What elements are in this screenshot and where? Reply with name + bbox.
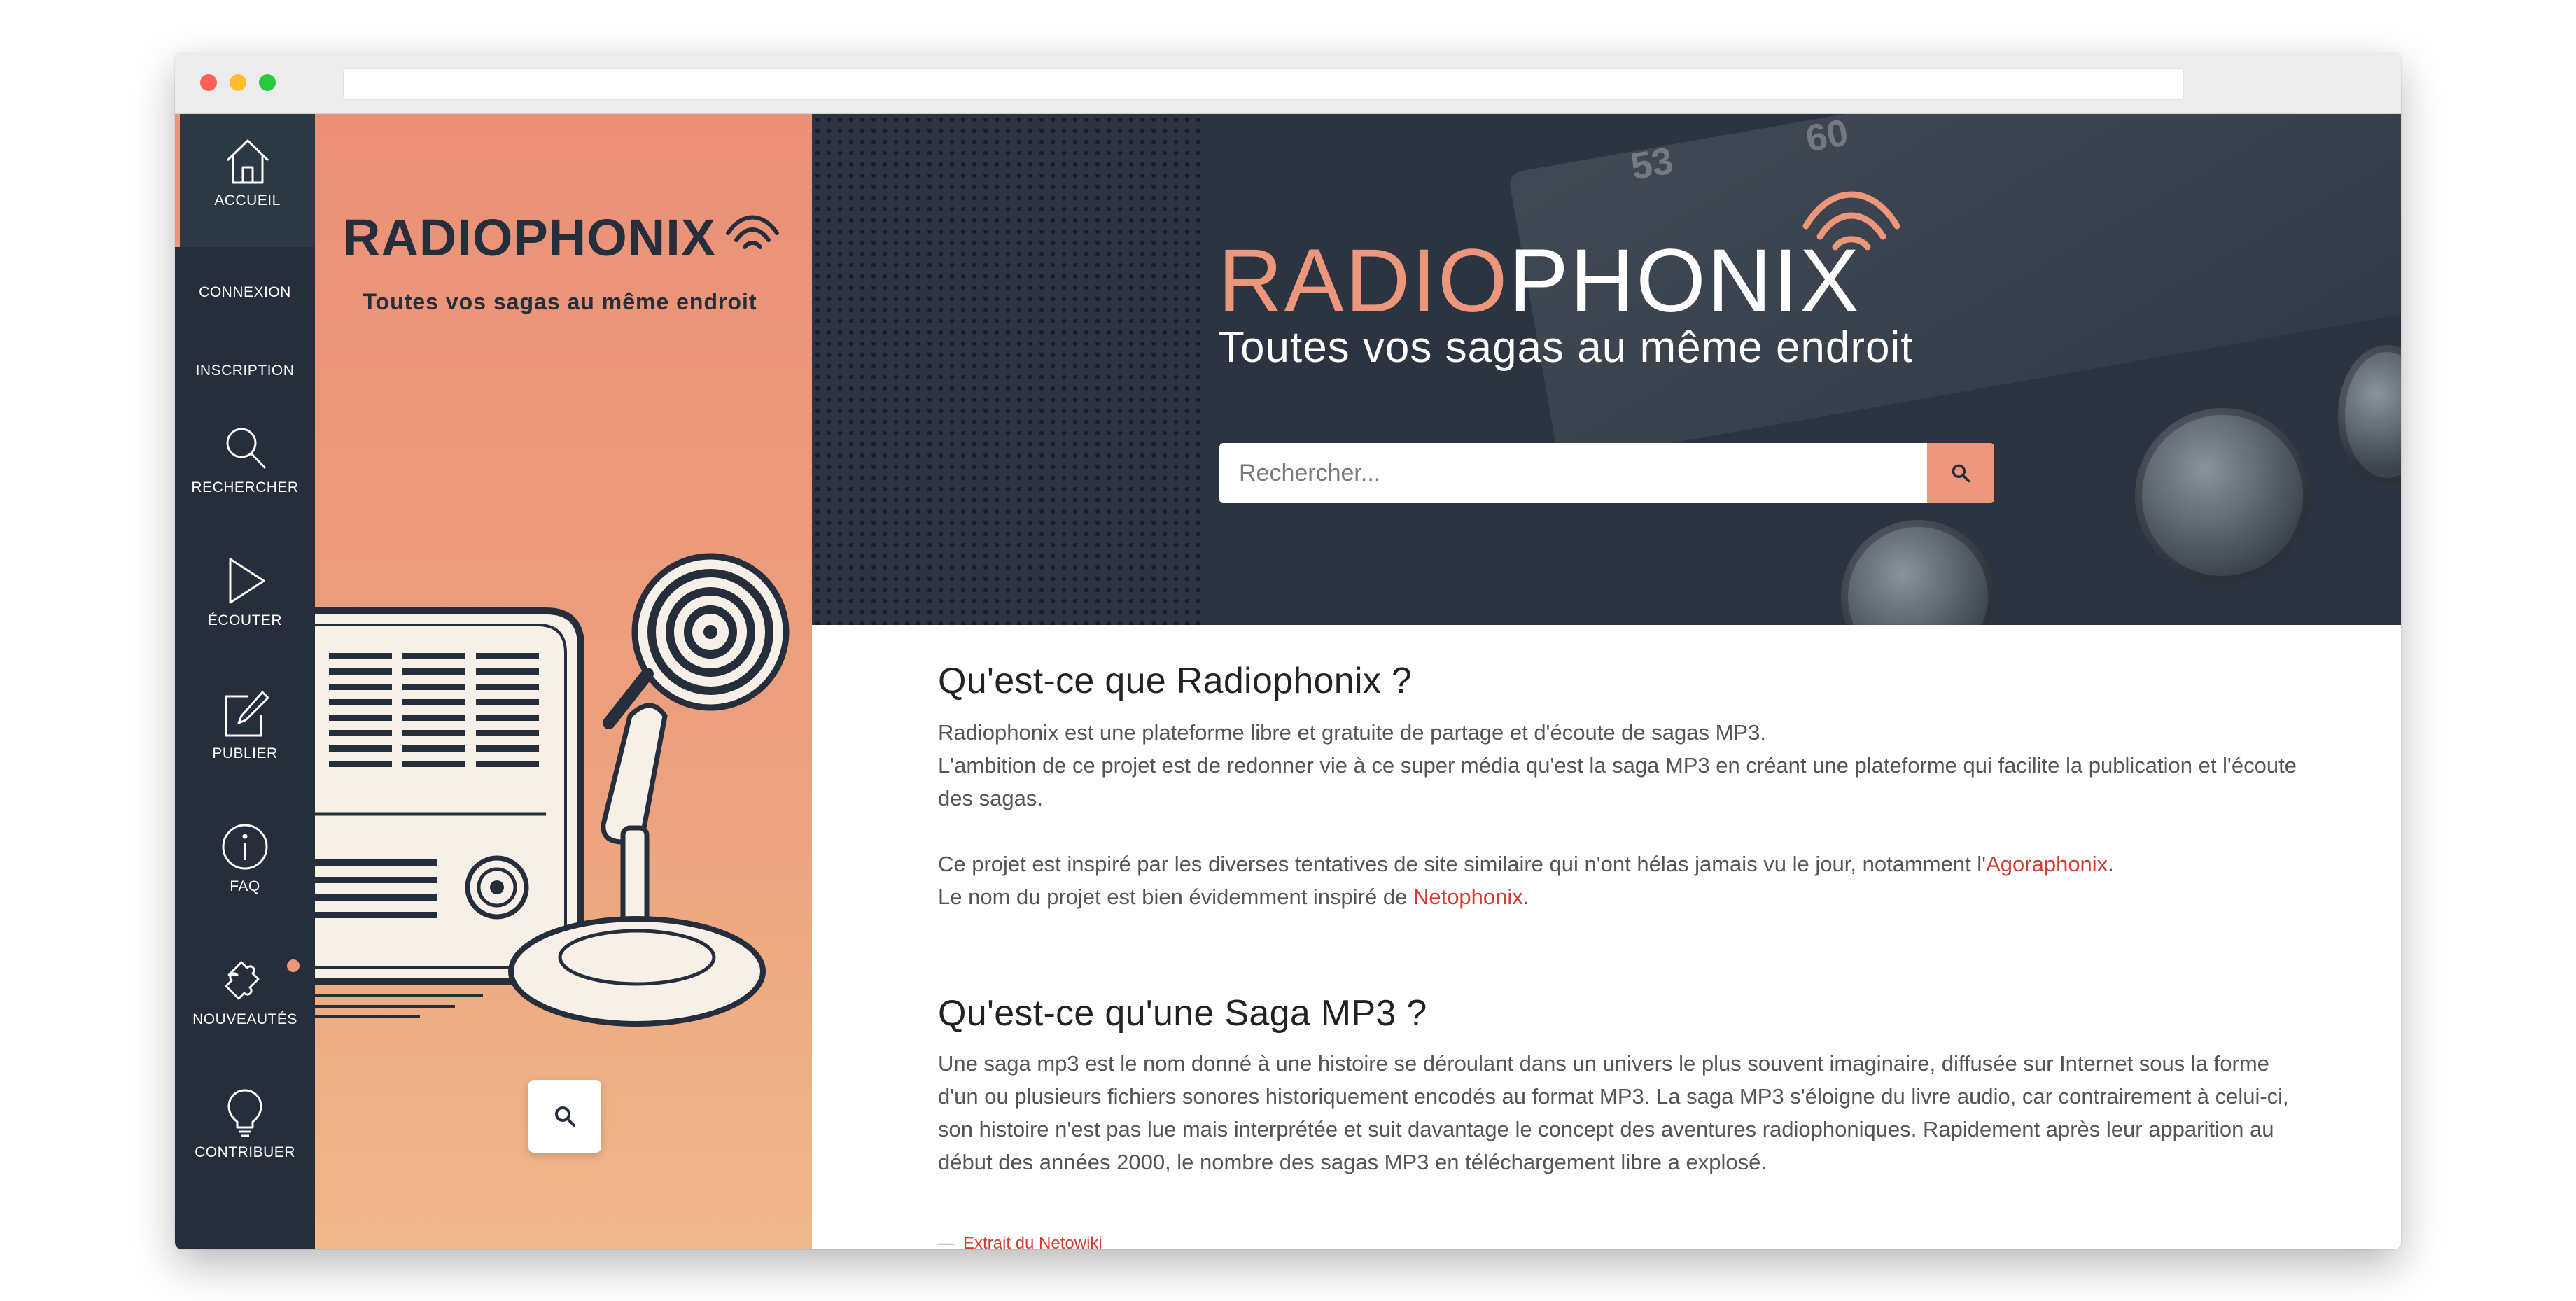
hero-search-bar: [1219, 443, 1994, 503]
browser-toolbar: [175, 52, 2401, 114]
browser-window: ACCUEIL CONNEXION INSCRIPTION RECHERCHER…: [175, 52, 2401, 1249]
nav-item-contribuer[interactable]: CONTRIBUER: [175, 1087, 315, 1161]
hero-tagline: Toutes vos sagas au même endroit: [1218, 323, 1914, 372]
sidebar-search-button[interactable]: [528, 1080, 601, 1153]
section-title: Qu'est-ce qu'une Saga MP3 ?: [938, 993, 1427, 1034]
hero-banner: 53 60 RADIOPHONIX Toutes vos sagas au mê…: [812, 114, 2401, 625]
section-title: Qu'est-ce que Radiophonix ?: [938, 661, 1413, 701]
play-icon: [229, 558, 265, 604]
nav-item-inscription[interactable]: INSCRIPTION: [175, 357, 315, 379]
close-window-button[interactable]: [200, 74, 217, 91]
search-submit-button[interactable]: [1927, 443, 1994, 503]
netophonix-link[interactable]: Netophonix: [1413, 885, 1523, 909]
radio-knob: [1841, 520, 1995, 625]
nav-label: CONNEXION: [199, 284, 291, 300]
search-icon: [555, 1106, 575, 1127]
nav-label: INSCRIPTION: [195, 363, 295, 379]
nav-label: PUBLIER: [212, 745, 278, 761]
text-line: Ce projet est inspiré par les diverses t…: [938, 852, 1987, 876]
quote-source: — Extrait du Netowiki: [938, 1234, 1102, 1249]
section-paragraph: Ce projet est inspiré par les diverses t…: [938, 848, 2303, 913]
text-line: Le nom du projet est bien évidemment ins…: [938, 885, 1413, 909]
text-line: Radiophonix est une plateforme libre et …: [938, 720, 1766, 745]
nav-label: RECHERCHER: [191, 479, 299, 495]
minimize-window-button[interactable]: [230, 74, 246, 91]
speaker-grille-background: [812, 114, 1204, 625]
sidebar-tagline: Toutes vos sagas au même endroit: [363, 289, 757, 314]
nav-item-publier[interactable]: PUBLIER: [175, 688, 315, 762]
hero-logo-part1: RADIO: [1218, 231, 1509, 331]
radio-knob: [2338, 345, 2401, 485]
edit-icon: [225, 691, 270, 737]
broadcast-waves-icon: [726, 215, 779, 249]
nav-item-ecouter[interactable]: ÉCOUTER: [175, 555, 315, 629]
nav-item-accueil[interactable]: ACCUEIL: [175, 114, 315, 247]
hero-logo: RADIOPHONIX: [1218, 237, 1861, 326]
lightbulb-icon: [227, 1089, 262, 1137]
text-line: .: [1522, 885, 1530, 909]
text-line: L'ambition de ce projet est de redonner …: [938, 753, 2297, 810]
nav-label: ÉCOUTER: [207, 612, 283, 628]
side-panel: RADIOPHONIX Toutes vos sagas au même end…: [315, 114, 812, 1249]
radio-knob: [2135, 408, 2310, 583]
hero-logo-part2: PHONIX: [1508, 231, 1861, 331]
nav-label: ACCUEIL: [214, 192, 281, 209]
text-line: .: [2108, 852, 2114, 876]
nav-label: NOUVEAUTÉS: [192, 1011, 298, 1027]
search-icon: [226, 428, 267, 470]
search-icon: [1952, 464, 1970, 483]
nav-item-nouveautes[interactable]: NOUVEAUTÉS: [175, 954, 315, 1028]
search-input[interactable]: [1219, 443, 1927, 503]
nav-item-faq[interactable]: FAQ: [175, 821, 315, 895]
nav-item-rechercher[interactable]: RECHERCHER: [175, 422, 315, 496]
puzzle-icon: [225, 961, 260, 1000]
radio-microphone-illustration: [315, 553, 790, 1027]
home-icon: [226, 139, 269, 184]
section-paragraph: Une saga mp3 est le nom donné à une hist…: [938, 1051, 2289, 1174]
dial-number: 60: [1802, 114, 1851, 160]
nav-label: FAQ: [230, 878, 260, 894]
main-content: Qu'est-ce que Radiophonix ? Radiophonix …: [812, 625, 2401, 1249]
notification-dot: [287, 959, 300, 972]
nav-item-connexion[interactable]: CONNEXION: [175, 279, 315, 301]
nav-label: CONTRIBUER: [195, 1144, 295, 1160]
section-paragraph: Radiophonix est une plateforme libre et …: [938, 716, 2303, 815]
sidebar-logo: RADIOPHONIX: [343, 209, 717, 267]
dial-number: 53: [1628, 139, 1676, 188]
main-nav: ACCUEIL CONNEXION INSCRIPTION RECHERCHER…: [175, 114, 315, 1249]
netowiki-source-link[interactable]: Extrait du Netowiki: [963, 1234, 1102, 1249]
maximize-window-button[interactable]: [259, 74, 276, 91]
agoraphonix-link[interactable]: Agoraphonix: [1986, 852, 2108, 876]
info-icon: [222, 824, 268, 870]
address-bar[interactable]: [343, 68, 2184, 100]
